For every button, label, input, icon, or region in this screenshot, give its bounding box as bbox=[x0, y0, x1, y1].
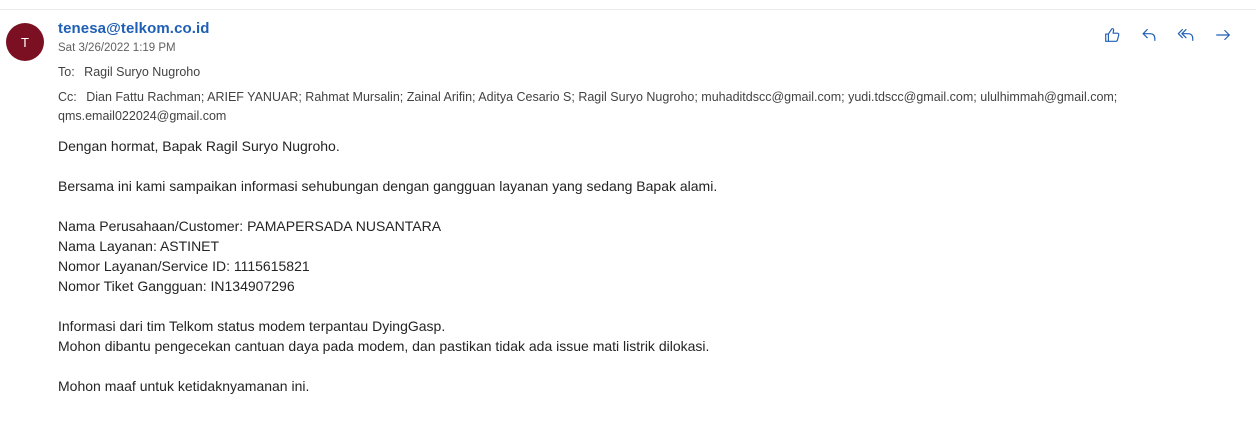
to-label: To: bbox=[58, 65, 75, 79]
to-recipient[interactable]: Ragil Suryo Nugroho bbox=[84, 65, 200, 79]
cc-recipients[interactable]: Dian Fattu Rachman; ARIEF YANUAR; Rahmat… bbox=[58, 90, 1117, 123]
service-id-text: Nomor Layanan/Service ID: 1115615821 bbox=[58, 258, 310, 274]
service-name-text: Nama Layanan: ASTINET bbox=[58, 238, 220, 254]
reply-all-icon bbox=[1177, 29, 1194, 41]
like-button[interactable] bbox=[1099, 24, 1125, 46]
forward-button[interactable] bbox=[1210, 24, 1236, 46]
info-text-2: Mohon dibantu pengecekan cantuan daya pa… bbox=[58, 338, 710, 354]
forward-icon bbox=[1216, 29, 1230, 41]
closing-text: Mohon maaf untuk ketidaknyamanan ini. bbox=[58, 378, 310, 394]
reply-button[interactable] bbox=[1136, 24, 1162, 46]
greeting-text: Dengan hormat, Bapak Ragil Suryo Nugroho… bbox=[58, 138, 340, 154]
message-body: Dengan hormat, Bapak Ragil Suryo Nugroho… bbox=[58, 136, 717, 396]
avatar[interactable]: T bbox=[6, 23, 44, 61]
cc-label: Cc: bbox=[58, 90, 77, 104]
info-text-1: Informasi dari tim Telkom status modem t… bbox=[58, 318, 446, 334]
sender-address[interactable]: tenesa@telkom.co.id bbox=[58, 20, 210, 37]
to-line: To: Ragil Suryo Nugroho bbox=[58, 65, 200, 79]
reply-icon bbox=[1142, 29, 1156, 41]
reply-all-button[interactable] bbox=[1173, 24, 1199, 46]
message-actions bbox=[1099, 24, 1236, 46]
intro-text: Bersama ini kami sampaikan informasi seh… bbox=[58, 178, 718, 194]
avatar-initial: T bbox=[21, 34, 29, 50]
sent-date: Sat 3/26/2022 1:19 PM bbox=[58, 42, 176, 54]
cc-line: Cc: Dian Fattu Rachman; ARIEF YANUAR; Ra… bbox=[58, 88, 1238, 126]
thumbs-up-icon bbox=[1105, 28, 1120, 42]
ticket-text: Nomor Tiket Gangguan: IN134907296 bbox=[58, 278, 295, 294]
company-text: Nama Perusahaan/Customer: PAMAPERSADA NU… bbox=[58, 218, 442, 234]
header-divider bbox=[0, 9, 1256, 10]
